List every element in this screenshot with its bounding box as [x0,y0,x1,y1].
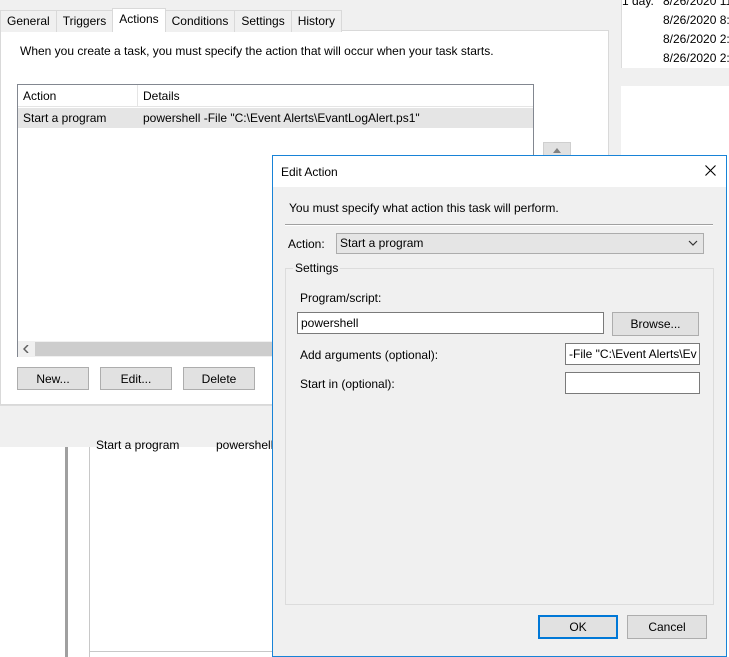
close-button[interactable] [694,156,726,187]
background-date: 8/26/2020 2: [663,32,729,46]
edit-action-button[interactable]: Edit... [100,367,172,390]
list-header: Action Details [18,85,533,107]
delete-action-button[interactable]: Delete [183,367,255,390]
chevron-left-icon[interactable] [20,343,32,355]
actions-intro-text: When you create a task, you must specify… [20,44,494,58]
separator-highlight [285,225,713,226]
tab-conditions[interactable]: Conditions [164,10,236,32]
close-icon [704,164,716,179]
start-in-label: Start in (optional): [300,377,395,391]
add-arguments-label: Add arguments (optional): [300,348,439,362]
browse-button[interactable]: Browse... [612,312,699,336]
row-action-cell: Start a program [23,111,107,125]
table-row[interactable]: Start a program powershell -File "C:\Eve… [18,108,533,128]
action-select-value: Start a program [340,236,424,250]
ok-button[interactable]: OK [538,615,618,639]
chevron-up-icon [553,146,561,155]
tab-settings[interactable]: Settings [234,10,292,32]
action-label: Action: [288,237,325,251]
background-action-cell: Start a program [96,438,180,452]
background-trigger-text: 1 day. [622,0,654,8]
tab-triggers[interactable]: Triggers [55,10,114,32]
settings-group-title: Settings [293,261,341,275]
tab-history[interactable]: History [290,10,343,32]
background-splitter[interactable] [65,447,68,657]
background-date: 8/26/2020 8: [663,13,729,27]
column-header-action[interactable]: Action [18,85,137,107]
dialog-title-bar[interactable]: Edit Action [273,156,726,187]
tab-general[interactable]: General [0,10,57,32]
chevron-down-icon[interactable] [688,237,698,251]
cancel-button[interactable]: Cancel [627,615,707,639]
background-date: 8/26/2020 2: [663,51,729,65]
tab-actions[interactable]: Actions [112,8,166,32]
background-panel-footer [621,68,729,86]
dialog-instructions: You must specify what action this task w… [289,201,559,215]
tab-bar: General Triggers Actions Conditions Sett… [0,8,343,32]
action-select[interactable]: Start a program [336,233,704,254]
new-action-button[interactable]: New... [17,367,89,390]
dialog-title: Edit Action [281,165,338,179]
background-details-cell: powershell [216,438,274,452]
start-in-input[interactable] [565,372,700,394]
column-header-details[interactable]: Details [138,85,338,107]
background-date: 8/26/2020 11 [663,0,729,8]
add-arguments-input[interactable]: -File "C:\Event Alerts\Ev [565,343,700,365]
edit-action-dialog: Edit Action You must specify what action… [272,155,727,657]
background-divider [89,447,90,657]
program-script-input[interactable]: powershell [297,312,604,334]
program-script-label: Program/script: [300,291,382,305]
row-details-cell: powershell -File "C:\Event Alerts\EvantL… [143,111,420,125]
